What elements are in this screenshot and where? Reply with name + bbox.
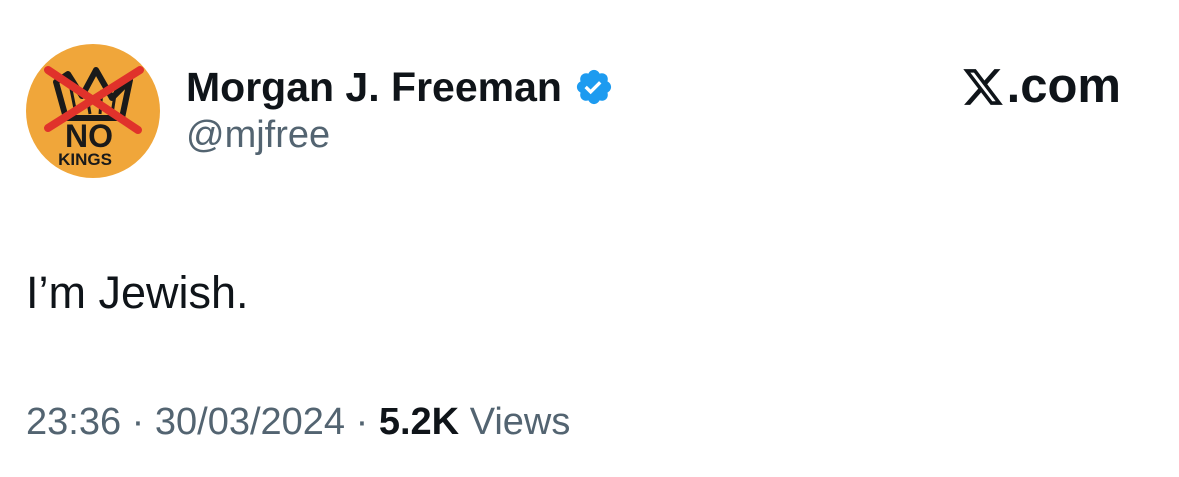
- avatar-text-no: NO: [65, 118, 113, 154]
- tweet-time[interactable]: 23:36: [26, 401, 121, 443]
- tweet-text: I’m Jewish.: [26, 267, 249, 318]
- avatar[interactable]: NO KINGS: [26, 44, 160, 178]
- tweet-card: NO KINGS Morgan J. Freeman @mjfree .com …: [0, 0, 1179, 477]
- verified-badge-icon[interactable]: [574, 67, 614, 107]
- brand-label: .com: [1006, 59, 1121, 113]
- tweet-meta: 23:36 · 30/03/2024 · 5.2K Views: [26, 403, 570, 441]
- author-display-name[interactable]: Morgan J. Freeman: [186, 66, 562, 108]
- x-logo-icon: [962, 68, 1003, 105]
- brand: .com: [961, 62, 1121, 111]
- avatar-text-kings: KINGS: [58, 150, 112, 169]
- meta-separator: ·: [131, 401, 145, 443]
- meta-separator: ·: [355, 401, 369, 443]
- author-handle[interactable]: @mjfree: [186, 116, 330, 154]
- tweet-date[interactable]: 30/03/2024: [155, 401, 345, 443]
- author-name-row: Morgan J. Freeman: [186, 62, 614, 112]
- views-label: Views: [469, 401, 571, 443]
- views-count[interactable]: 5.2K: [379, 401, 459, 443]
